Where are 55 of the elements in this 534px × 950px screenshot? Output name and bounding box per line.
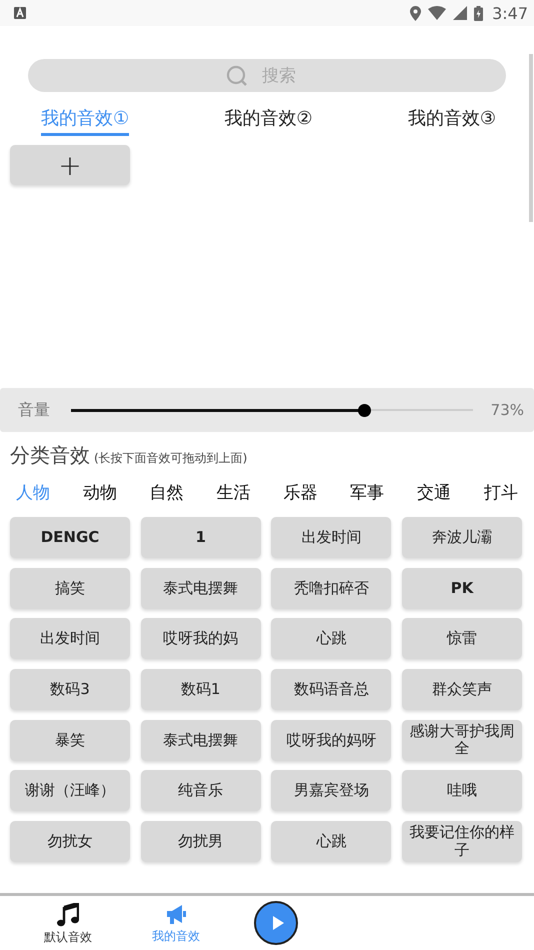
category-tab[interactable]: 乐器 — [283, 481, 318, 504]
category-tab[interactable]: 动物 — [82, 481, 117, 504]
sound-button[interactable]: 奔波儿灞 — [402, 517, 522, 558]
sound-button[interactable]: 数码1 — [140, 669, 261, 710]
sound-button[interactable]: PK — [402, 568, 522, 609]
sound-button[interactable]: 泰式电摆舞 — [140, 568, 261, 609]
sound-button[interactable]: 男嘉宾登场 — [271, 770, 392, 812]
sound-button[interactable]: 搞笑 — [10, 568, 130, 609]
sound-button[interactable]: 泰式电摆舞 — [140, 720, 261, 761]
sound-button[interactable]: 哎呀我的妈 — [140, 618, 261, 660]
volume-label: 音量 — [18, 400, 51, 420]
wifi-icon — [428, 6, 446, 20]
sound-button[interactable]: 我要记住你的样子 — [402, 821, 522, 862]
category-tab[interactable]: 自然 — [150, 481, 184, 504]
location-icon — [410, 6, 422, 20]
sound-button[interactable]: 心跳 — [271, 618, 392, 660]
volume-reading: 73% — [490, 401, 524, 419]
sound-button[interactable]: 1 — [140, 517, 261, 558]
sound-button[interactable]: 秃噜扣碎否 — [271, 568, 392, 609]
sound-button[interactable]: 惊雷 — [402, 618, 522, 660]
sound-button[interactable]: 出发时间 — [271, 517, 392, 558]
sound-button[interactable]: DENGC — [10, 517, 130, 558]
sound-button[interactable]: 心跳 — [271, 821, 392, 862]
search-icon — [226, 65, 248, 87]
volume-slider[interactable] — [71, 404, 473, 416]
category-tab[interactable]: 交通 — [417, 481, 452, 504]
sound-button[interactable]: 群众笑声 — [402, 669, 522, 710]
sound-button[interactable]: 纯音乐 — [140, 770, 261, 812]
notification-icon — [14, 7, 26, 19]
category-tab[interactable]: 生活 — [216, 481, 251, 504]
section-title: 分类音效 — [10, 442, 90, 469]
music-icon[interactable] — [57, 902, 79, 926]
category-tab[interactable]: 打斗 — [484, 481, 518, 504]
sound-button[interactable]: 哎呀我的妈呀 — [271, 720, 392, 761]
section-hint: (长按下面音效可拖动到上面) — [94, 450, 248, 467]
sound-button[interactable]: 暴笑 — [10, 720, 130, 761]
play-button[interactable] — [254, 901, 298, 945]
nav-label[interactable]: 默认音效 — [44, 928, 92, 946]
status-time: 3:47 — [492, 4, 528, 22]
battery-icon — [474, 6, 484, 20]
sound-button[interactable]: 数码3 — [10, 669, 130, 710]
category-tab[interactable]: 军事 — [350, 481, 384, 504]
sound-button[interactable]: 勿扰男 — [140, 821, 261, 862]
add-button[interactable]: + — [10, 145, 130, 185]
tab[interactable]: 我的音效③ — [408, 106, 496, 136]
play-icon — [270, 915, 284, 931]
megaphone-icon[interactable] — [165, 904, 187, 926]
sound-button[interactable]: 数码语音总 — [271, 669, 392, 710]
signal-icon — [453, 6, 468, 20]
sound-button[interactable]: 感谢大哥护我周全 — [402, 720, 522, 761]
sound-button[interactable]: 勿扰女 — [10, 821, 130, 862]
sound-button[interactable]: 谢谢（汪峰） — [10, 770, 130, 812]
sound-button[interactable]: 哇哦 — [402, 770, 522, 812]
sound-button[interactable]: 出发时间 — [10, 618, 130, 660]
tab[interactable]: 我的音效② — [224, 106, 313, 136]
